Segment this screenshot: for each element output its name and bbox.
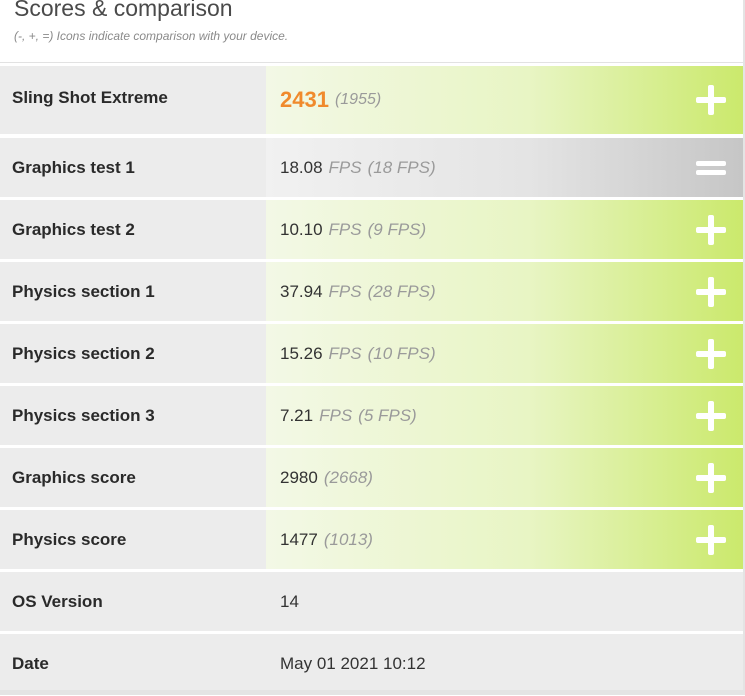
value-text: May 01 2021 10:12: [280, 634, 426, 693]
score-value: 15.26: [280, 343, 323, 363]
value-text: 7.21 FPS (5 FPS): [280, 386, 417, 445]
value-text: 15.26 FPS (10 FPS): [280, 324, 436, 383]
table-row-graphics-test-1: Graphics test 1 18.08 FPS (18 FPS): [0, 138, 743, 197]
value-text: 1477 (1013): [280, 510, 373, 569]
score-value: 10.10: [280, 219, 323, 239]
plus-icon: [696, 276, 726, 307]
comparison-value: (5 FPS): [358, 405, 417, 425]
value-cell: May 01 2021 10:12: [266, 634, 743, 693]
scores-comparison-panel: Scores & comparison (-, +, =) Icons indi…: [0, 0, 745, 695]
plus-icon: [696, 462, 726, 493]
table-row-physics-section-3: Physics section 3 7.21 FPS (5 FPS): [0, 386, 743, 445]
value-text: 37.94 FPS (28 FPS): [280, 262, 436, 321]
row-label: Physics section 1: [12, 281, 155, 301]
value-text: 2431 (1955): [280, 66, 381, 134]
row-label: Graphics test 2: [12, 219, 135, 239]
os-version-value: 14: [280, 591, 299, 611]
table-row-sling-shot-extreme: Sling Shot Extreme 2431 (1955): [0, 66, 743, 134]
unit-label: FPS: [319, 405, 353, 425]
comparison-value: (28 FPS): [367, 281, 436, 301]
row-label: Physics section 3: [12, 405, 155, 425]
value-text: 18.08 FPS (18 FPS): [280, 138, 436, 197]
table-row-date: Date May 01 2021 10:12: [0, 634, 743, 693]
table-row-physics-section-2: Physics section 2 15.26 FPS (10 FPS): [0, 324, 743, 383]
bottom-divider: [0, 690, 743, 695]
table-row-physics-score: Physics score 1477 (1013): [0, 510, 743, 569]
unit-label: FPS: [328, 343, 362, 363]
value-cell: 1477 (1013): [266, 510, 743, 569]
score-value: 7.21: [280, 405, 314, 425]
table-row-physics-section-1: Physics section 1 37.94 FPS (28 FPS): [0, 262, 743, 321]
value-text: 2980 (2668): [280, 448, 373, 507]
plus-icon: [696, 85, 726, 115]
row-label: OS Version: [12, 591, 103, 611]
row-label: Graphics score: [12, 467, 136, 487]
row-label: Date: [12, 653, 49, 673]
score-value: 37.94: [280, 281, 323, 301]
score-value: 2980: [280, 467, 318, 487]
comparison-value: (18 FPS): [367, 157, 436, 177]
row-label: Physics score: [12, 529, 127, 549]
value-cell: 2431 (1955): [266, 66, 743, 134]
unit-label: FPS: [328, 157, 362, 177]
comparison-value: (2668): [323, 467, 373, 487]
comparison-value: (9 FPS): [367, 219, 427, 239]
unit-label: FPS: [328, 281, 362, 301]
row-label: Physics section 2: [12, 343, 155, 363]
row-label: Graphics test 1: [12, 157, 135, 177]
value-cell: 10.10 FPS (9 FPS): [266, 200, 743, 259]
plus-icon: [696, 524, 726, 555]
plus-icon: [696, 214, 726, 245]
overall-score-value: 2431: [280, 87, 329, 112]
section-subtitle: (-, +, =) Icons indicate comparison with…: [14, 29, 289, 43]
value-cell: 15.26 FPS (10 FPS): [266, 324, 743, 383]
plus-icon: [696, 338, 726, 369]
plus-icon: [696, 400, 726, 431]
section-title: Scores & comparison: [14, 0, 233, 21]
value-cell: 7.21 FPS (5 FPS): [266, 386, 743, 445]
comparison-value: (10 FPS): [367, 343, 436, 363]
score-value: 1477: [280, 529, 318, 549]
panel-header: Scores & comparison (-, +, =) Icons indi…: [0, 0, 743, 63]
date-value: May 01 2021 10:12: [280, 653, 426, 673]
value-cell: 2980 (2668): [266, 448, 743, 507]
value-text: 10.10 FPS (9 FPS): [280, 200, 426, 259]
scores-table: Sling Shot Extreme 2431 (1955) Graphics …: [0, 66, 743, 696]
table-row-os-version: OS Version 14: [0, 572, 743, 631]
value-cell: 37.94 FPS (28 FPS): [266, 262, 743, 321]
equals-icon: [696, 153, 726, 183]
table-row-graphics-test-2: Graphics test 2 10.10 FPS (9 FPS): [0, 200, 743, 259]
value-cell: 18.08 FPS (18 FPS): [266, 138, 743, 197]
row-label: Sling Shot Extreme: [12, 88, 168, 107]
comparison-value: (1013): [323, 529, 373, 549]
value-text: 14: [280, 572, 299, 631]
score-value: 18.08: [280, 157, 323, 177]
value-cell: 14: [266, 572, 743, 631]
table-row-graphics-score: Graphics score 2980 (2668): [0, 448, 743, 507]
comparison-value: (1955): [334, 91, 382, 108]
unit-label: FPS: [328, 219, 362, 239]
